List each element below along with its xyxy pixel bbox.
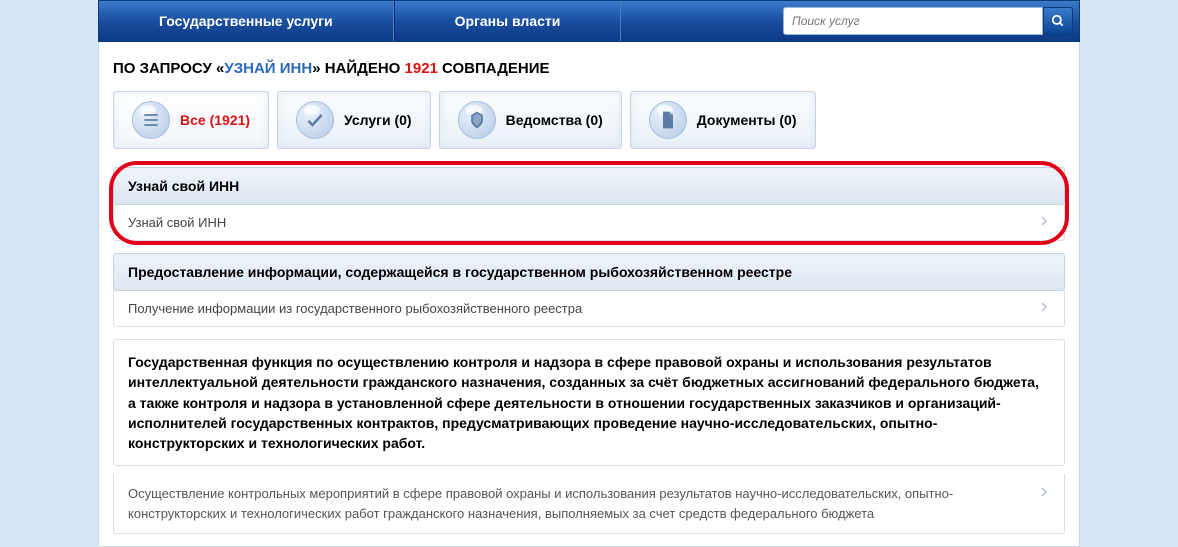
result-header: Узнай свой ИНН [113,167,1065,205]
tab-documents-label: Документы (0) [697,112,797,128]
list-icon [132,101,170,139]
search-input[interactable] [783,7,1043,35]
tab-documents[interactable]: Документы (0) [630,91,816,149]
query-text: УЗНАЙ ИНН [224,60,312,77]
tab-all[interactable]: Все (1921) [113,91,269,149]
search-icon [1051,14,1065,28]
result-block-1: Узнай свой ИНН Узнай свой ИНН [113,167,1065,241]
tab-all-label: Все (1921) [180,112,250,128]
result-count: 1921 [405,60,438,77]
check-icon [296,101,334,139]
result-item-label: Осуществление контрольных мероприятий в … [128,484,1038,523]
search-container [777,1,1079,41]
tab-services-label: Услуги (0) [344,112,412,128]
nav-authorities[interactable]: Органы власти [394,1,622,41]
tab-services[interactable]: Услуги (0) [277,91,431,149]
chevron-right-icon [1038,484,1050,504]
nav-services[interactable]: Государственные услуги [99,1,394,41]
search-button[interactable] [1043,7,1073,35]
result-description: Государственная функция по осуществлению… [113,339,1065,466]
tab-agencies[interactable]: Ведомства (0) [439,91,622,149]
result-item-label: Получение информации из государственного… [128,301,582,316]
result-block-2: Предоставление информации, содержащейся … [113,253,1065,327]
chevron-right-icon [1038,215,1050,230]
content-area: ПО ЗАПРОСУ «УЗНАЙ ИНН» НАЙДЕНО 1921 СОВП… [98,42,1080,547]
chevron-right-icon [1038,301,1050,316]
result-item-label: Узнай свой ИНН [128,215,226,230]
top-nav: Государственные услуги Органы власти [98,0,1080,42]
result-block-3: Государственная функция по осуществлению… [113,339,1065,534]
tabs: Все (1921) Услуги (0) Ведомства (0) Доку… [113,91,1065,149]
emblem-icon [458,101,496,139]
result-item[interactable]: Получение информации из государственного… [113,291,1065,327]
result-item[interactable]: Узнай свой ИНН [113,205,1065,241]
tab-agencies-label: Ведомства (0) [506,112,603,128]
result-header: Предоставление информации, содержащейся … [113,253,1065,291]
query-summary: ПО ЗАПРОСУ «УЗНАЙ ИНН» НАЙДЕНО 1921 СОВП… [113,60,1065,77]
result-item[interactable]: Осуществление контрольных мероприятий в … [113,474,1065,534]
document-icon [649,101,687,139]
